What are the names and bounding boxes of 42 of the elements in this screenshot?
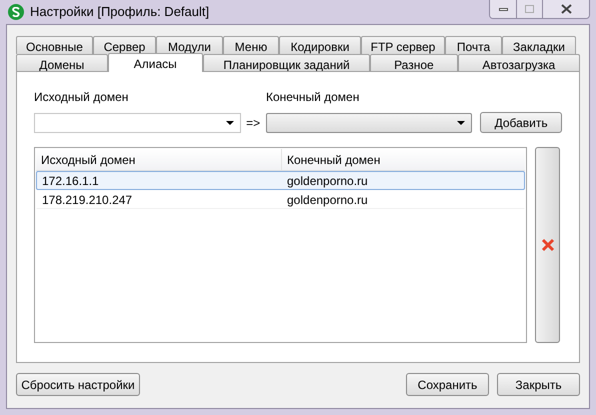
tab[interactable]: Сервер — [93, 36, 156, 54]
minimize-icon — [498, 8, 508, 10]
table-cell-text: goldenporno.ru — [286, 192, 369, 208]
table-row[interactable]: 172.16.1.1 goldenporno.ru — [36, 171, 525, 190]
maximize-icon — [525, 5, 534, 13]
tab[interactable]: Планировщик заданий — [203, 54, 370, 72]
tab[interactable]: Кодировки — [279, 36, 361, 54]
close-button[interactable] — [543, 0, 589, 18]
tab[interactable]: Закладки — [502, 36, 576, 54]
window-title: Настройки [Профиль: Default] — [30, 3, 210, 22]
tab[interactable]: Основные — [16, 36, 93, 54]
close-icon — [560, 4, 572, 14]
reset-settings-button[interactable]: Сбросить настройки — [16, 373, 140, 396]
target-domain-label: Конечный домен — [266, 89, 360, 106]
tab[interactable]: Алиасы — [108, 53, 204, 72]
tab[interactable]: Модули — [156, 36, 223, 54]
tab[interactable]: Меню — [223, 36, 279, 54]
delete-button[interactable] — [535, 147, 560, 343]
arrow-text: => — [245, 114, 262, 132]
minimize-button[interactable] — [490, 0, 517, 18]
tab[interactable]: Почта — [445, 36, 502, 54]
tab[interactable]: Автозагрузка — [458, 54, 580, 72]
tab[interactable]: Разное — [370, 54, 458, 72]
column-header[interactable]: Конечный домен — [282, 149, 525, 170]
table-cell-text: 178.219.210.247 — [41, 192, 134, 208]
app-logo-icon — [8, 4, 24, 20]
add-button[interactable]: Добавить — [480, 112, 562, 133]
column-header[interactable]: Исходный домен — [36, 149, 282, 170]
table-cell-text: goldenporno.ru — [286, 172, 369, 189]
source-domain-label: Исходный домен — [34, 89, 130, 106]
table-row[interactable]: 178.219.210.247 goldenporno.ru — [36, 190, 525, 209]
tab[interactable]: Домены — [16, 54, 108, 72]
maximize-button[interactable] — [517, 0, 543, 18]
caret-icon — [226, 120, 234, 124]
caret-icon — [457, 120, 466, 124]
table-cell-text: 172.16.1.1 — [41, 172, 100, 189]
tab[interactable]: FTP сервер — [361, 36, 445, 54]
delete-icon — [540, 238, 554, 252]
save-button[interactable]: Сохранить — [406, 373, 489, 396]
target-domain-dropdown[interactable] — [266, 112, 472, 132]
source-domain-dropdown[interactable] — [34, 112, 241, 132]
close-dialog-button[interactable]: Закрыть — [497, 373, 580, 396]
